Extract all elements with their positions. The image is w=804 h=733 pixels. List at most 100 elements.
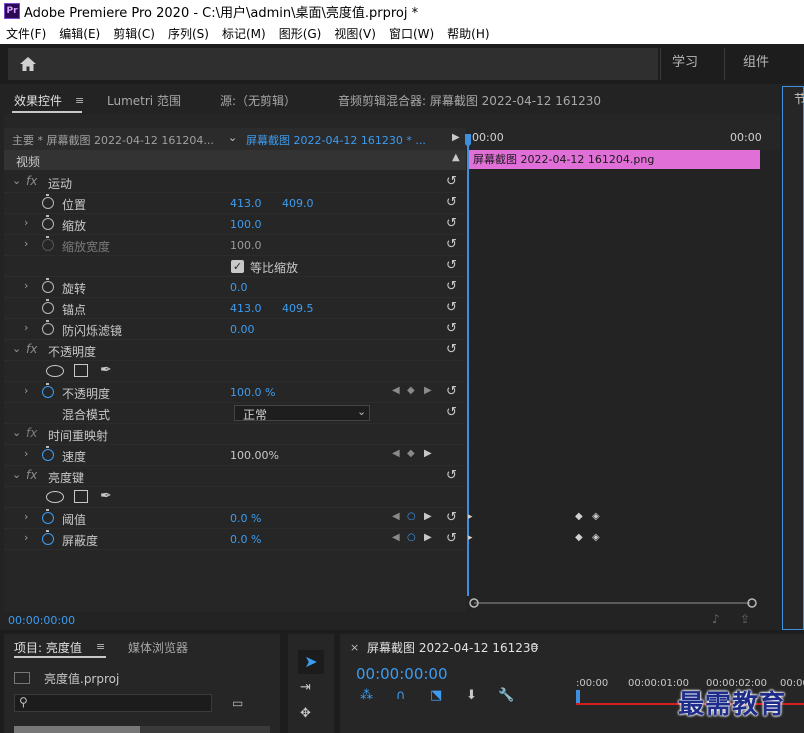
- opacity-effect-row[interactable]: ⌄ fx 不透明度 ↺: [4, 340, 466, 361]
- prev-keyframe-icon[interactable]: ◀: [392, 511, 400, 522]
- master-clip-label[interactable]: 主要 * 屏幕截图 2022-04-12 161204...: [12, 132, 214, 148]
- keyframe-marker[interactable]: ◈: [592, 532, 600, 543]
- reset-icon[interactable]: ↺: [446, 258, 457, 273]
- tab-lumetri-scopes[interactable]: Lumetri 范围: [107, 92, 181, 109]
- anchor-y-value[interactable]: 409.5: [282, 302, 314, 315]
- reset-icon[interactable]: ↺: [446, 279, 457, 294]
- project-scrollbar[interactable]: [14, 726, 270, 733]
- clip-bar[interactable]: 屏幕截图 2022-04-12 161204.png: [467, 150, 760, 169]
- motion-row[interactable]: ⌄ fx 运动 ↺: [4, 172, 466, 193]
- project-search-input[interactable]: ⚲: [14, 694, 212, 712]
- workspace-learn[interactable]: 学习: [672, 44, 698, 84]
- chevron-down-icon[interactable]: ⌄: [12, 342, 21, 355]
- reset-icon[interactable]: ↺: [446, 216, 457, 231]
- chevron-right-icon[interactable]: ›: [24, 321, 28, 334]
- tab-project[interactable]: 项目: 亮度值: [14, 639, 82, 656]
- reset-icon[interactable]: ↺: [446, 174, 457, 189]
- keyframe-timeline[interactable]: [466, 128, 780, 612]
- position-x-value[interactable]: 413.0: [230, 197, 262, 210]
- home-icon[interactable]: [18, 54, 38, 74]
- menu-sequence[interactable]: 序列(S): [168, 25, 209, 42]
- reset-icon[interactable]: ↺: [446, 468, 457, 483]
- add-marker-icon[interactable]: ⬇: [466, 688, 477, 703]
- next-keyframe-icon[interactable]: ▶: [424, 532, 432, 543]
- play-only-clip-icon[interactable]: ▶: [452, 132, 460, 143]
- panel-menu-icon[interactable]: ≡: [96, 640, 105, 653]
- selection-tool-icon[interactable]: ➤: [298, 650, 324, 674]
- stopwatch-icon[interactable]: [42, 530, 54, 545]
- rectangle-mask-icon[interactable]: [74, 490, 88, 503]
- keyframe-marker[interactable]: ▸: [468, 512, 473, 522]
- sequence-clip-label[interactable]: 屏幕截图 2022-04-12 161230 * ...: [246, 132, 426, 148]
- chevron-down-icon[interactable]: ⌄: [12, 174, 21, 187]
- reset-icon[interactable]: ↺: [446, 300, 457, 315]
- reset-icon[interactable]: ↺: [446, 531, 457, 546]
- panel-menu-icon[interactable]: ≡: [75, 94, 84, 107]
- chevron-right-icon[interactable]: ›: [24, 279, 28, 292]
- stopwatch-icon[interactable]: [42, 320, 54, 335]
- threshold-value[interactable]: 0.0 %: [230, 512, 261, 525]
- tab-audio-clip-mixer[interactable]: 音频剪辑混合器: 屏幕截图 2022-04-12 161230: [338, 92, 601, 109]
- chevron-right-icon[interactable]: ›: [24, 510, 28, 523]
- chevron-right-icon[interactable]: ›: [24, 531, 28, 544]
- linked-selection-icon[interactable]: ⬔: [430, 688, 442, 703]
- menu-file[interactable]: 文件(F): [6, 25, 46, 42]
- prev-keyframe-icon[interactable]: ◀: [392, 448, 400, 459]
- ripple-edit-tool-icon[interactable]: ✥: [300, 706, 311, 721]
- anchor-x-value[interactable]: 413.0: [230, 302, 262, 315]
- stopwatch-icon[interactable]: [42, 215, 54, 230]
- menu-marker[interactable]: 标记(M): [222, 25, 266, 42]
- audio-scrub-icon[interactable]: ♪: [712, 612, 720, 626]
- next-keyframe-icon[interactable]: ▶: [424, 511, 432, 522]
- reset-icon[interactable]: ↺: [446, 384, 457, 399]
- add-keyframe-icon[interactable]: ◆: [407, 448, 415, 459]
- menu-graphics[interactable]: 图形(G): [279, 25, 322, 42]
- position-y-value[interactable]: 409.0: [282, 197, 314, 210]
- tab-sequence[interactable]: 屏幕截图 2022-04-12 161230: [367, 639, 538, 656]
- add-keyframe-icon[interactable]: ○: [407, 532, 416, 543]
- blend-mode-select[interactable]: 正常 ⌄: [234, 405, 370, 422]
- reset-icon[interactable]: ↺: [446, 237, 457, 252]
- ellipse-mask-icon[interactable]: [46, 365, 64, 377]
- menu-view[interactable]: 视图(V): [334, 25, 376, 42]
- reset-icon[interactable]: ↺: [446, 195, 457, 210]
- prev-keyframe-icon[interactable]: ◀: [392, 532, 400, 543]
- stopwatch-icon[interactable]: [42, 278, 54, 293]
- pen-mask-icon[interactable]: ✒: [100, 362, 112, 378]
- tab-source[interactable]: 源:（无剪辑）: [220, 92, 296, 109]
- prev-keyframe-icon[interactable]: ◀: [392, 385, 400, 396]
- stopwatch-icon[interactable]: [42, 509, 54, 524]
- stopwatch-icon[interactable]: [42, 446, 54, 461]
- track-select-tool-icon[interactable]: ⇥: [300, 680, 311, 695]
- chevron-right-icon[interactable]: ›: [24, 384, 28, 397]
- reset-icon[interactable]: ↺: [446, 405, 457, 420]
- luma-key-row[interactable]: ⌄ fx 亮度键 ↺: [4, 466, 466, 487]
- tab-effect-controls[interactable]: 效果控件: [14, 92, 62, 109]
- workspace-assemble[interactable]: 组件: [743, 44, 769, 84]
- fx-icon[interactable]: fx: [26, 342, 37, 356]
- keyframe-marker[interactable]: ◆: [575, 511, 583, 522]
- add-keyframe-icon[interactable]: ○: [407, 511, 416, 522]
- program-monitor-panel[interactable]: [782, 86, 804, 630]
- current-timecode[interactable]: 00:00:00:00: [8, 614, 75, 627]
- collapse-up-icon[interactable]: ▲: [452, 152, 460, 163]
- opacity-value[interactable]: 100.0 %: [230, 386, 275, 399]
- pen-mask-icon[interactable]: ✒: [100, 488, 112, 504]
- export-frame-icon[interactable]: ⇪: [740, 612, 750, 626]
- fx-icon[interactable]: fx: [26, 468, 37, 482]
- chevron-down-icon[interactable]: ⌄: [12, 426, 21, 439]
- reset-icon[interactable]: ↺: [446, 321, 457, 336]
- reset-icon[interactable]: ↺: [446, 510, 457, 525]
- panel-menu-icon[interactable]: ≡: [530, 640, 539, 653]
- cutoff-value[interactable]: 0.0 %: [230, 533, 261, 546]
- rectangle-mask-icon[interactable]: [74, 364, 88, 377]
- menu-clip[interactable]: 剪辑(C): [113, 25, 155, 42]
- tab-media-browser[interactable]: 媒体浏览器: [128, 639, 188, 656]
- playhead[interactable]: [467, 134, 469, 596]
- reset-icon[interactable]: ↺: [446, 342, 457, 357]
- menu-help[interactable]: 帮助(H): [447, 25, 489, 42]
- fx-icon[interactable]: fx: [26, 174, 37, 188]
- next-keyframe-icon[interactable]: ▶: [424, 385, 432, 396]
- nest-toggle-icon[interactable]: ⁂: [360, 688, 373, 703]
- antiflicker-value[interactable]: 0.00: [230, 323, 255, 336]
